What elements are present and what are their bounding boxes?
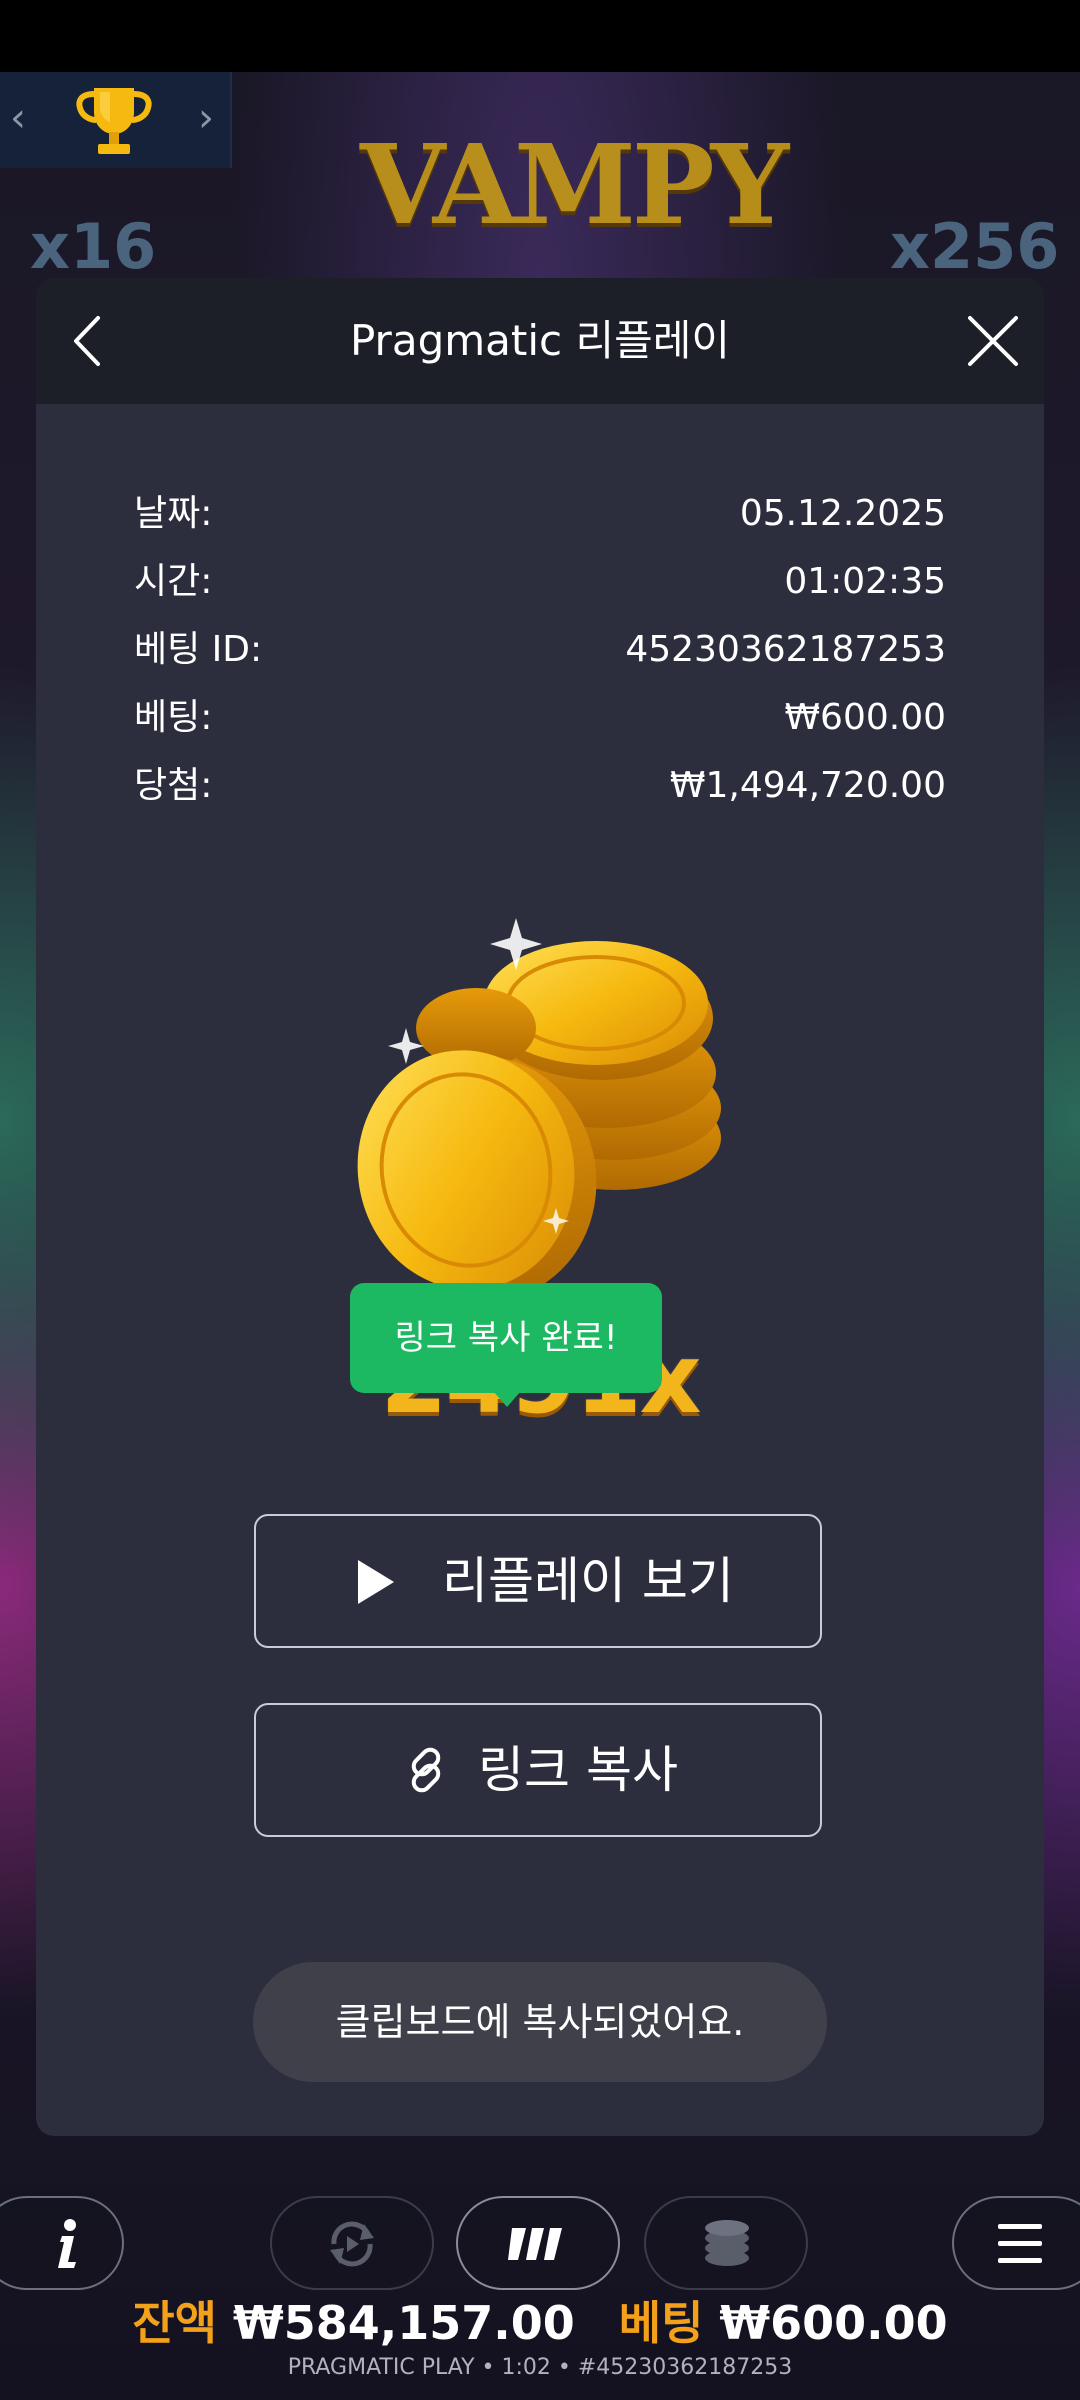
info-value: ₩600.00: [784, 697, 946, 738]
chevron-right-icon[interactable]: ›: [198, 94, 214, 142]
dialog-header: Pragmatic 리플레이: [36, 278, 1044, 404]
status-bar: [0, 0, 1080, 72]
chevron-left-icon[interactable]: ‹: [10, 94, 26, 142]
chevron-left-icon[interactable]: [54, 306, 124, 376]
bet-label: 베팅: [618, 2296, 704, 2350]
info-label: 날짜:: [134, 493, 213, 534]
info-icon: [58, 2219, 76, 2268]
balance-bar: 잔액 ₩584,157.00 베팅 ₩600.00: [0, 2290, 1080, 2356]
copy-link-button[interactable]: 링크 복사: [254, 1703, 822, 1837]
info-value: 05.12.2025: [739, 493, 946, 534]
turbo-icon: [508, 2228, 562, 2260]
info-value: 01:02:35: [784, 561, 946, 602]
info-value: 45230362187253: [625, 629, 946, 670]
info-label: 베팅 ID:: [134, 629, 263, 670]
info-label: 시간:: [134, 561, 213, 602]
info-value: ₩1,494,720.00: [669, 765, 946, 806]
trophy-icon[interactable]: [66, 82, 162, 162]
replay-button[interactable]: 리플레이 보기: [254, 1514, 822, 1648]
info-label: 베팅:: [134, 697, 213, 738]
menu-icon: [998, 2224, 1042, 2263]
gold-coins-icon: [357, 918, 721, 1300]
bet-settings-button[interactable]: [644, 2196, 808, 2290]
autoplay-button[interactable]: [270, 2196, 434, 2290]
link-icon: [411, 1747, 441, 1792]
menu-button[interactable]: [952, 2196, 1080, 2290]
tournament-widget[interactable]: ‹ ›: [0, 72, 232, 168]
background-multiplier-right: x256: [890, 210, 1060, 283]
info-row-bet: 베팅: ₩600.00: [134, 688, 946, 748]
game-logo: VAMPY: [360, 120, 789, 249]
replay-dialog: Pragmatic 리플레이 날짜: 05.12.2025 시간: 01:02:…: [36, 278, 1044, 2136]
info-row-win: 당첨: ₩1,494,720.00: [134, 756, 946, 816]
coins-icon: [705, 2220, 749, 2266]
footer-info: PRAGMATIC PLAY • 1:02 • #45230362187253: [287, 2355, 793, 2380]
info-label: 당첨:: [134, 765, 213, 806]
background-multiplier-left: x16: [30, 210, 157, 283]
bet-value: ₩600.00: [719, 2296, 948, 2350]
replay-button-label: 리플레이 보기: [442, 1552, 734, 1610]
info-button[interactable]: [0, 2196, 124, 2290]
balance-value: ₩584,157.00: [232, 2296, 575, 2350]
play-icon: [358, 1560, 394, 1604]
info-row-date: 날짜: 05.12.2025: [134, 484, 946, 544]
info-row-time: 시간: 01:02:35: [134, 552, 946, 612]
clipboard-toast: 클립보드에 복사되었어요.: [253, 1962, 827, 2082]
autoplay-icon: [330, 2221, 374, 2267]
info-row-bet-id: 베팅 ID: 45230362187253: [134, 620, 946, 680]
turbo-button[interactable]: [456, 2196, 620, 2290]
close-icon[interactable]: [958, 306, 1028, 376]
balance-label: 잔액: [132, 2296, 217, 2350]
copy-link-content: 링크 복사: [256, 1705, 820, 1835]
copy-link-label: 링크 복사: [478, 1741, 678, 1799]
copy-success-tooltip: 링크 복사 완료!: [350, 1283, 662, 1407]
dialog-title: Pragmatic 리플레이: [349, 316, 731, 365]
